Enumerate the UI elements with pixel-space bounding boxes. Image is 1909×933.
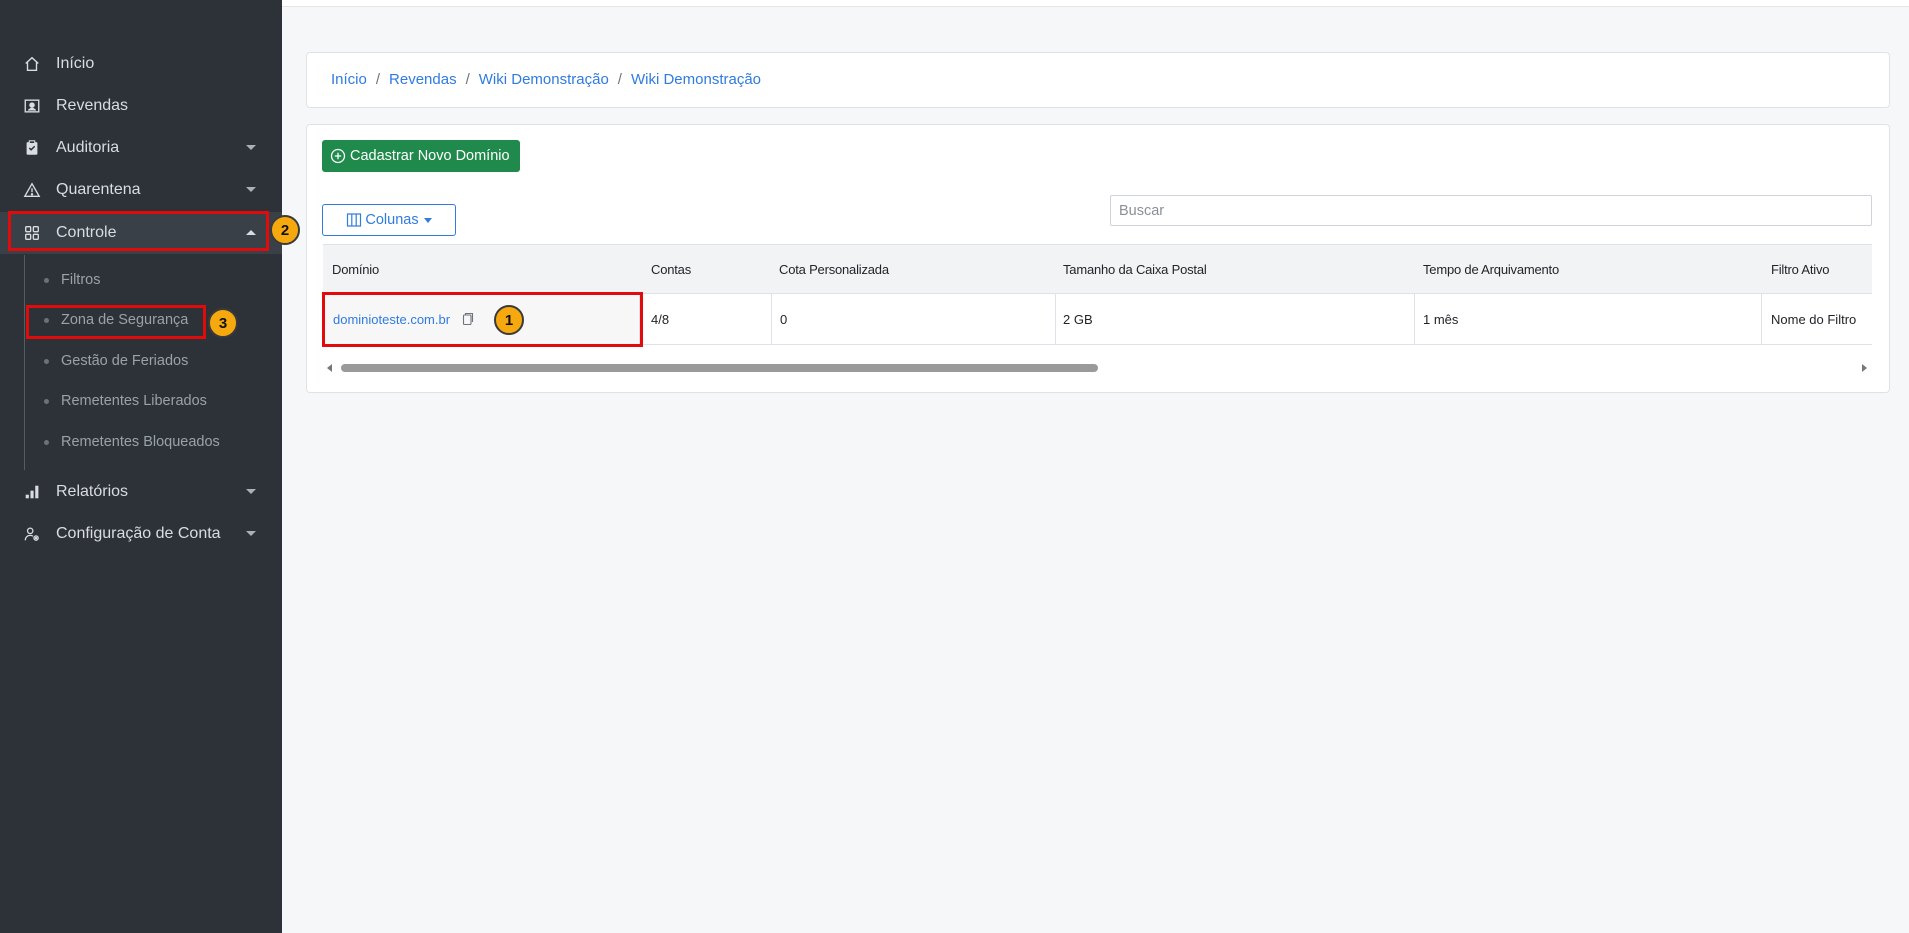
bullet-icon: [44, 439, 49, 445]
tamanho-caixa-postal-cell: 2 GB: [1063, 311, 1093, 327]
chevron-down-icon: [246, 489, 256, 494]
step-badge-2: 2: [270, 215, 300, 245]
breadcrumb-link-revendas[interactable]: Revendas: [389, 71, 457, 88]
sidebar-item-inicio[interactable]: Início: [0, 43, 282, 85]
cell-divider: [1414, 294, 1415, 344]
plus-circle-icon: [330, 148, 346, 164]
sidebar-item-configuracao-de-conta[interactable]: Configuração de Conta: [0, 513, 282, 555]
sidebar-item-auditoria[interactable]: Auditoria: [0, 127, 282, 169]
tempo-arquivamento-cell: 1 mês: [1423, 311, 1459, 327]
breadcrumb-separator: /: [375, 70, 381, 88]
breadcrumb-separator: /: [465, 70, 470, 88]
sidebar-subitem-label: Filtros: [61, 272, 101, 288]
column-header-tamanho-caixa-postal[interactable]: Tamanho da Caixa Postal: [1063, 245, 1207, 293]
clipboard-icon: [22, 138, 42, 158]
chevron-down-icon: [246, 187, 256, 192]
highlight-box-domain: [322, 292, 643, 347]
breadcrumb: Início / Revendas / Wiki Demonstração / …: [331, 53, 761, 105]
caret-down-icon: [423, 217, 432, 223]
contas-cell: 4/8: [651, 311, 670, 327]
bullet-icon: [44, 398, 49, 404]
user-settings-icon: [22, 524, 42, 544]
sidebar-subitem-label: Gestão de Feriados: [61, 353, 189, 369]
highlight-box-controle: [8, 211, 269, 251]
breadcrumb-link-wiki-current[interactable]: Wiki Demonstração: [631, 71, 761, 88]
contact-card-icon: [22, 96, 42, 116]
column-header-dominio[interactable]: Domínio: [332, 245, 379, 293]
scroll-left-icon[interactable]: [327, 364, 332, 372]
sidebar-item-label: Configuração de Conta: [56, 525, 221, 542]
bullet-icon: [44, 277, 49, 283]
sidebar-item-label: Relatórios: [56, 483, 129, 500]
cota-personalizada-cell: 0: [780, 311, 788, 327]
sidebar-subitem-remetentes-bloqueados[interactable]: Remetentes Bloqueados: [44, 428, 220, 456]
breadcrumb-card: Início / Revendas / Wiki Demonstração / …: [306, 52, 1890, 108]
columns-label: Colunas: [365, 212, 419, 228]
step-badge-3: 3: [208, 308, 238, 338]
columns-icon: [347, 213, 362, 227]
sidebar-subitem-label: Remetentes Bloqueados: [61, 434, 220, 450]
home-icon: [22, 54, 42, 74]
column-header-contas[interactable]: Contas: [651, 245, 691, 293]
column-header-tempo-arquivamento[interactable]: Tempo de Arquivamento: [1423, 245, 1559, 293]
cell-divider: [771, 294, 772, 344]
scroll-right-icon[interactable]: [1862, 364, 1867, 372]
breadcrumb-link-inicio[interactable]: Início: [331, 71, 367, 88]
sidebar: Início Revendas Auditoria Quarentena Con…: [0, 0, 282, 933]
top-header: [282, 0, 1909, 7]
highlight-box-zona-de-seguranca: [26, 305, 206, 339]
sidebar-item-label: Início: [56, 55, 95, 72]
breadcrumb-separator: /: [617, 70, 622, 88]
column-header-cota-personalizada[interactable]: Cota Personalizada: [779, 245, 889, 293]
chevron-down-icon: [246, 145, 256, 150]
sidebar-item-quarentena[interactable]: Quarentena: [0, 169, 282, 211]
filtro-ativo-cell: Nome do Filtro: [1771, 311, 1857, 327]
columns-dropdown-button[interactable]: Colunas: [322, 204, 456, 236]
warning-icon: [22, 180, 42, 200]
sidebar-item-label: Auditoria: [56, 139, 120, 156]
cell-divider: [1055, 294, 1056, 344]
add-domain-button[interactable]: Cadastrar Novo Domínio: [322, 140, 520, 172]
sidebar-item-label: Quarentena: [56, 181, 141, 198]
bar-chart-icon: [22, 482, 42, 502]
table-header: Domínio Contas Cota Personalizada Tamanh…: [323, 244, 1872, 294]
sidebar-subitem-filtros[interactable]: Filtros: [44, 266, 100, 294]
sidebar-subitem-gestao-de-feriados[interactable]: Gestão de Feriados: [44, 347, 188, 375]
sidebar-subitem-label: Remetentes Liberados: [61, 393, 207, 409]
sidebar-item-revendas[interactable]: Revendas: [0, 85, 282, 127]
scrollbar-thumb[interactable]: [341, 364, 1098, 372]
add-domain-label: Cadastrar Novo Domínio: [350, 148, 510, 164]
submenu-divider: [24, 255, 25, 470]
column-header-filtro-ativo[interactable]: Filtro Ativo: [1771, 245, 1829, 293]
search-input[interactable]: [1110, 195, 1872, 226]
cell-divider: [1761, 294, 1762, 344]
sidebar-item-relatorios[interactable]: Relatórios: [0, 471, 282, 513]
chevron-down-icon: [246, 531, 256, 536]
breadcrumb-link-wiki[interactable]: Wiki Demonstração: [479, 71, 609, 88]
bullet-icon: [44, 358, 49, 364]
step-badge-1: 1: [494, 305, 524, 335]
sidebar-subitem-remetentes-liberados[interactable]: Remetentes Liberados: [44, 387, 207, 415]
sidebar-item-label: Revendas: [56, 97, 129, 114]
